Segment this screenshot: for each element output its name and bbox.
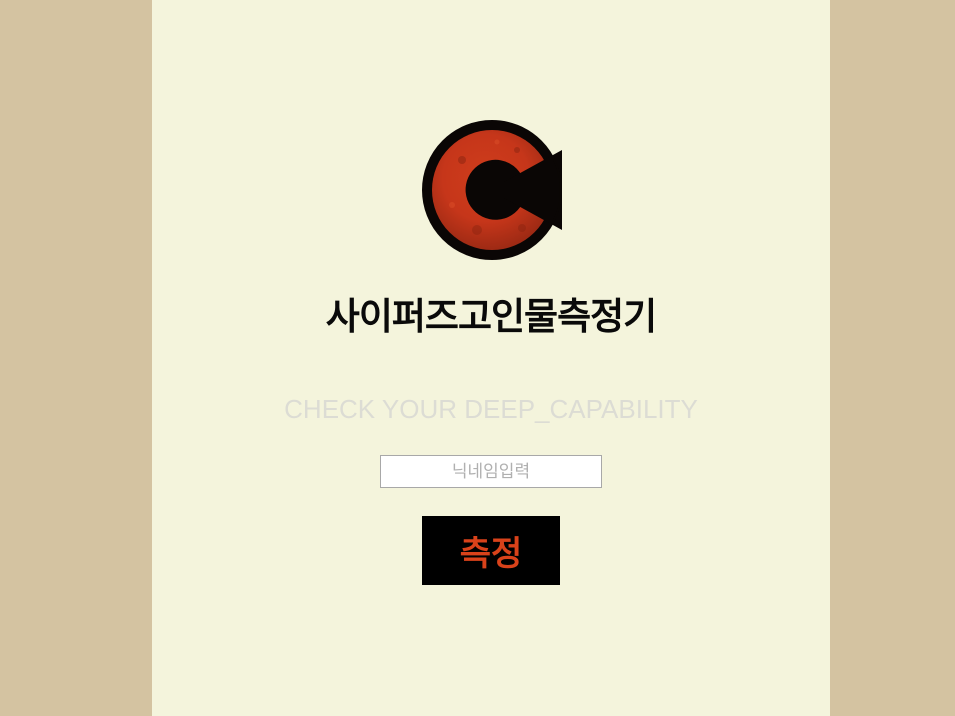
- main-panel: 사이퍼즈고인물측정기 CHECK YOUR DEEP_CAPABILITY 측정: [152, 0, 830, 716]
- nickname-input[interactable]: [380, 455, 602, 488]
- page-subtitle: CHECK YOUR DEEP_CAPABILITY: [284, 394, 698, 424]
- c-logo-icon: [422, 120, 562, 260]
- measure-button[interactable]: 측정: [422, 516, 560, 585]
- page-title: 사이퍼즈고인물측정기: [325, 295, 657, 338]
